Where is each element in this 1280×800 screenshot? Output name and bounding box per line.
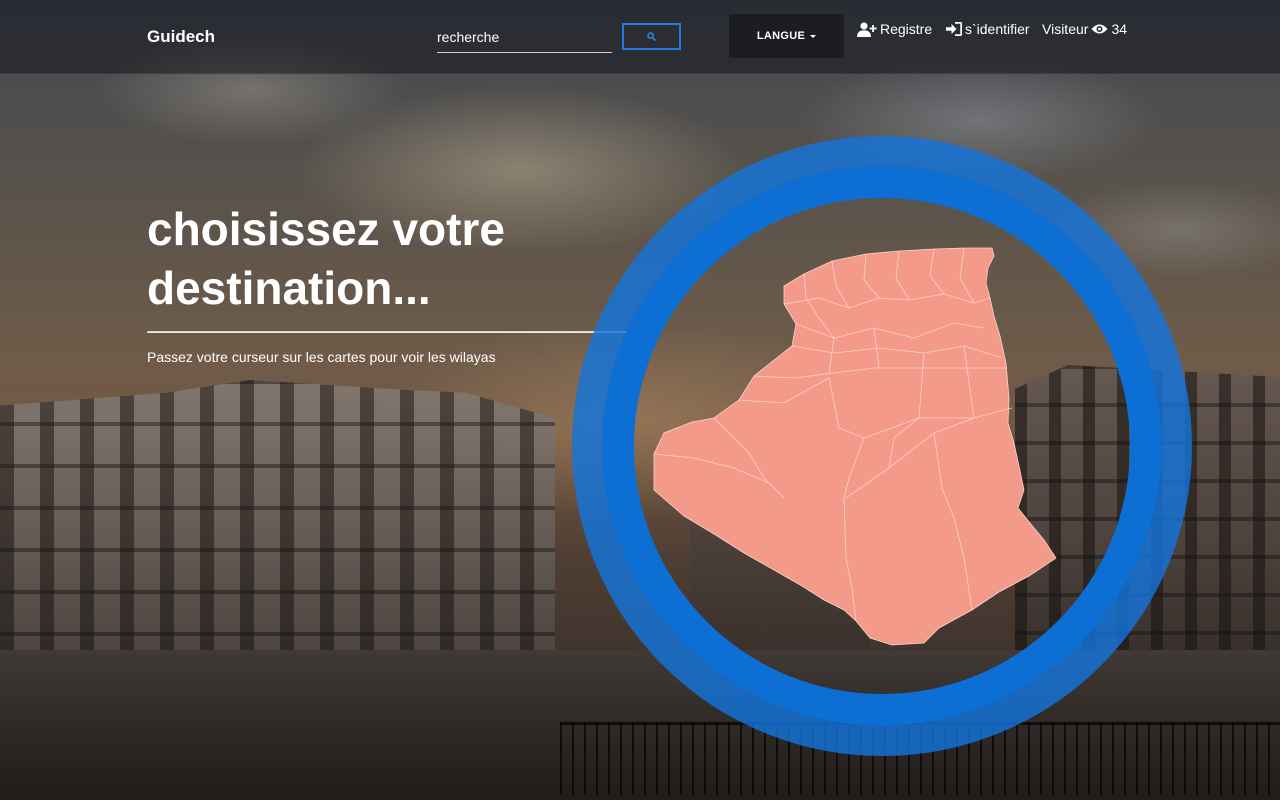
- title-line-1: choisissez votre: [147, 203, 505, 255]
- page-title: choisissez votre destination...: [147, 200, 577, 318]
- visitor-counter: Visiteur 34: [1042, 19, 1127, 39]
- language-label: LANGUE: [756, 30, 806, 42]
- hero-subtitle: Passez votre curseur sur les cartes pour…: [147, 349, 496, 365]
- language-dropdown[interactable]: LANGUE: [728, 14, 845, 58]
- search-button[interactable]: [622, 23, 681, 50]
- sign-in-icon: [946, 22, 962, 36]
- divider: [147, 331, 629, 333]
- register-label: Registre: [880, 21, 933, 37]
- eye-icon: [1091, 24, 1108, 34]
- caret-down-icon: [810, 35, 817, 38]
- title-line-2: destination...: [147, 262, 431, 314]
- visitor-label: Visiteur: [1042, 21, 1089, 37]
- visitor-count: 34: [1111, 21, 1128, 37]
- user-plus-icon: [857, 21, 877, 37]
- algeria-wilaya-map[interactable]: [634, 228, 1074, 658]
- login-label: s`identifier: [965, 21, 1030, 37]
- search-input[interactable]: [437, 22, 612, 53]
- map-country-shape[interactable]: [653, 247, 1057, 646]
- login-link[interactable]: s`identifier: [946, 19, 1030, 39]
- register-link[interactable]: Registre: [857, 19, 932, 39]
- search-icon: [647, 32, 656, 41]
- brand-logo[interactable]: Guidech: [147, 27, 215, 47]
- navbar: Guidech LANGUE Registre s`identifier Vis…: [0, 0, 1280, 74]
